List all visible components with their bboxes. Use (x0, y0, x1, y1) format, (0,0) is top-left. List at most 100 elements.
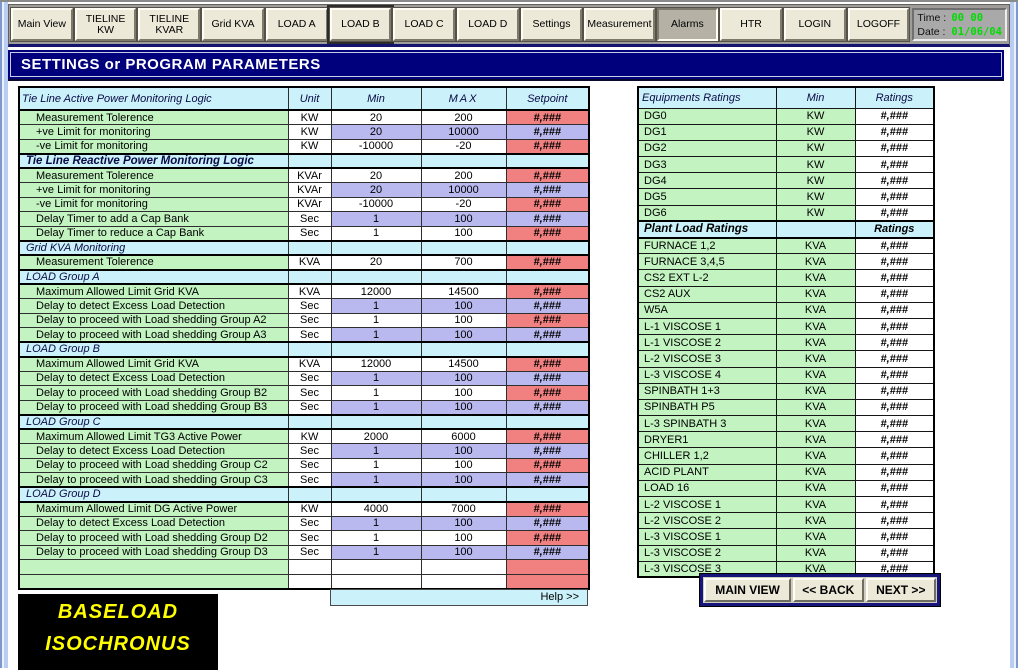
rating-cell[interactable]: #,### (855, 432, 934, 448)
rating-cell[interactable]: #,### (855, 513, 934, 529)
rating-cell[interactable]: #,### (855, 302, 934, 318)
rating-cell[interactable]: #,### (855, 416, 934, 432)
setpoint-cell[interactable]: #,### (506, 313, 589, 328)
max-cell: 100 (421, 212, 506, 227)
toolbar-button-measurement[interactable]: Measurement (584, 8, 654, 41)
setpoint-cell[interactable]: #,### (506, 183, 589, 198)
table-row: L-2 VISCOSE 3KVA#,### (638, 351, 934, 367)
rating-cell[interactable]: #,### (855, 140, 934, 156)
unit-cell: KVAr (288, 168, 331, 183)
setpoint-cell[interactable]: #,### (506, 125, 589, 140)
toolbar-button-htr[interactable]: HTR (720, 8, 782, 41)
rating-cell[interactable]: #,### (855, 448, 934, 464)
rating-cell[interactable]: #,### (855, 108, 934, 124)
setpoint-cell[interactable]: #,### (506, 386, 589, 401)
toolbar-button-login[interactable]: LOGIN (784, 8, 846, 41)
table-row: SPINBATH P5KVA#,### (638, 399, 934, 415)
toolbar-button-alarms[interactable]: Alarms (657, 8, 719, 41)
setpoint-cell[interactable]: #,### (506, 531, 589, 546)
setpoint-cell[interactable]: #,### (506, 299, 589, 314)
setpoint-cell[interactable]: #,### (506, 255, 589, 270)
main-view-button[interactable]: MAIN VIEW (704, 578, 791, 602)
unit-cell: Sec (288, 473, 331, 488)
section-unit-cell (288, 415, 331, 430)
rating-cell[interactable]: #,### (855, 124, 934, 140)
rating-cell[interactable]: #,### (855, 318, 934, 334)
setpoint-cell[interactable]: #,### (506, 197, 589, 212)
section-label: Grid KVA Monitoring (19, 241, 288, 256)
table-row: Delay Timer to add a Cap BankSec1100#,##… (19, 212, 589, 227)
setpoint-cell[interactable]: #,### (506, 226, 589, 241)
rating-cell[interactable]: #,### (855, 254, 934, 270)
setpoint-cell[interactable]: #,### (506, 502, 589, 517)
setpoint-cell[interactable]: #,### (506, 168, 589, 183)
setpoint-cell[interactable]: #,### (506, 357, 589, 372)
setpoint-cell[interactable]: #,### (506, 328, 589, 343)
max-cell (421, 574, 506, 589)
setpoint-cell[interactable]: #,### (506, 110, 589, 125)
setpoint-cell[interactable]: #,### (506, 139, 589, 154)
rating-cell[interactable]: #,### (855, 189, 934, 205)
toolbar-button-load-b[interactable]: LOAD B (330, 8, 392, 41)
rating-cell[interactable]: #,### (855, 173, 934, 189)
toolbar-button-load-a[interactable]: LOAD A (266, 8, 328, 41)
next-button[interactable]: NEXT >> (866, 578, 936, 602)
rating-cell[interactable]: #,### (855, 383, 934, 399)
setpoint-cell[interactable]: #,### (506, 400, 589, 415)
toolbar-button-tieline-kvar[interactable]: TIELINE KVAR (138, 8, 200, 41)
setpoint-cell[interactable] (506, 560, 589, 575)
setpoint-cell[interactable]: #,### (506, 473, 589, 488)
table-row: Delay to proceed with Load shedding Grou… (19, 386, 589, 401)
rating-cell[interactable]: #,### (855, 335, 934, 351)
param-label: Measurement Tolerence (19, 255, 288, 270)
min-cell: 1 (331, 371, 421, 386)
rating-cell[interactable]: #,### (855, 270, 934, 286)
rating-cell[interactable]: #,### (855, 464, 934, 480)
back-button[interactable]: << BACK (793, 578, 863, 602)
equipment-label: L-3 VISCOSE 4 (638, 367, 776, 383)
equipment-label: W5A (638, 302, 776, 318)
help-link[interactable]: Help >> (330, 589, 588, 606)
toolbar-button-tieline-kw[interactable]: TIELINE KW (75, 8, 137, 41)
rating-cell[interactable]: #,### (855, 497, 934, 513)
param-label (19, 560, 288, 575)
setpoint-cell[interactable]: #,### (506, 516, 589, 531)
rating-cell[interactable]: #,### (855, 367, 934, 383)
unit-cell: Sec (288, 400, 331, 415)
setpoint-cell[interactable]: #,### (506, 212, 589, 227)
setpoint-cell[interactable]: #,### (506, 429, 589, 444)
rating-cell[interactable]: #,### (855, 286, 934, 302)
setpoint-cell[interactable]: #,### (506, 545, 589, 560)
equipment-unit-cell: KVA (776, 545, 855, 561)
setpoint-cell[interactable]: #,### (506, 371, 589, 386)
table-row: Delay to proceed with Load shedding Grou… (19, 328, 589, 343)
rating-cell[interactable]: #,### (855, 480, 934, 496)
rating-cell[interactable]: #,### (855, 399, 934, 415)
param-label: Delay to detect Excess Load Detection (19, 444, 288, 459)
table-row: Delay to detect Excess Load DetectionSec… (19, 444, 589, 459)
equipment-unit-cell: KVA (776, 448, 855, 464)
toolbar-button-settings[interactable]: Settings (521, 8, 583, 41)
table-row: CS2 AUXKVA#,### (638, 286, 934, 302)
setpoint-cell[interactable]: #,### (506, 458, 589, 473)
setpoint-cell[interactable]: #,### (506, 444, 589, 459)
rating-cell[interactable]: #,### (855, 205, 934, 221)
toolbar-button-logoff[interactable]: LOGOFF (848, 8, 910, 41)
section-min-cell (331, 270, 421, 285)
setpoint-cell[interactable] (506, 574, 589, 589)
rating-cell[interactable]: #,### (855, 529, 934, 545)
param-label: Delay to proceed with Load shedding Grou… (19, 458, 288, 473)
rating-cell[interactable]: #,### (855, 545, 934, 561)
unit-cell: Sec (288, 299, 331, 314)
toolbar-button-grid-kva[interactable]: Grid KVA (202, 8, 264, 41)
toolbar-button-load-c[interactable]: LOAD C (393, 8, 455, 41)
param-label: Delay to proceed with Load shedding Grou… (19, 328, 288, 343)
rating-cell[interactable]: #,### (855, 238, 934, 254)
toolbar-button-load-d[interactable]: LOAD D (457, 8, 519, 41)
param-label: Delay to proceed with Load shedding Grou… (19, 313, 288, 328)
max-cell: 200 (421, 110, 506, 125)
toolbar-button-main-view[interactable]: Main View (11, 8, 73, 41)
setpoint-cell[interactable]: #,### (506, 284, 589, 299)
rating-cell[interactable]: #,### (855, 351, 934, 367)
rating-cell[interactable]: #,### (855, 157, 934, 173)
